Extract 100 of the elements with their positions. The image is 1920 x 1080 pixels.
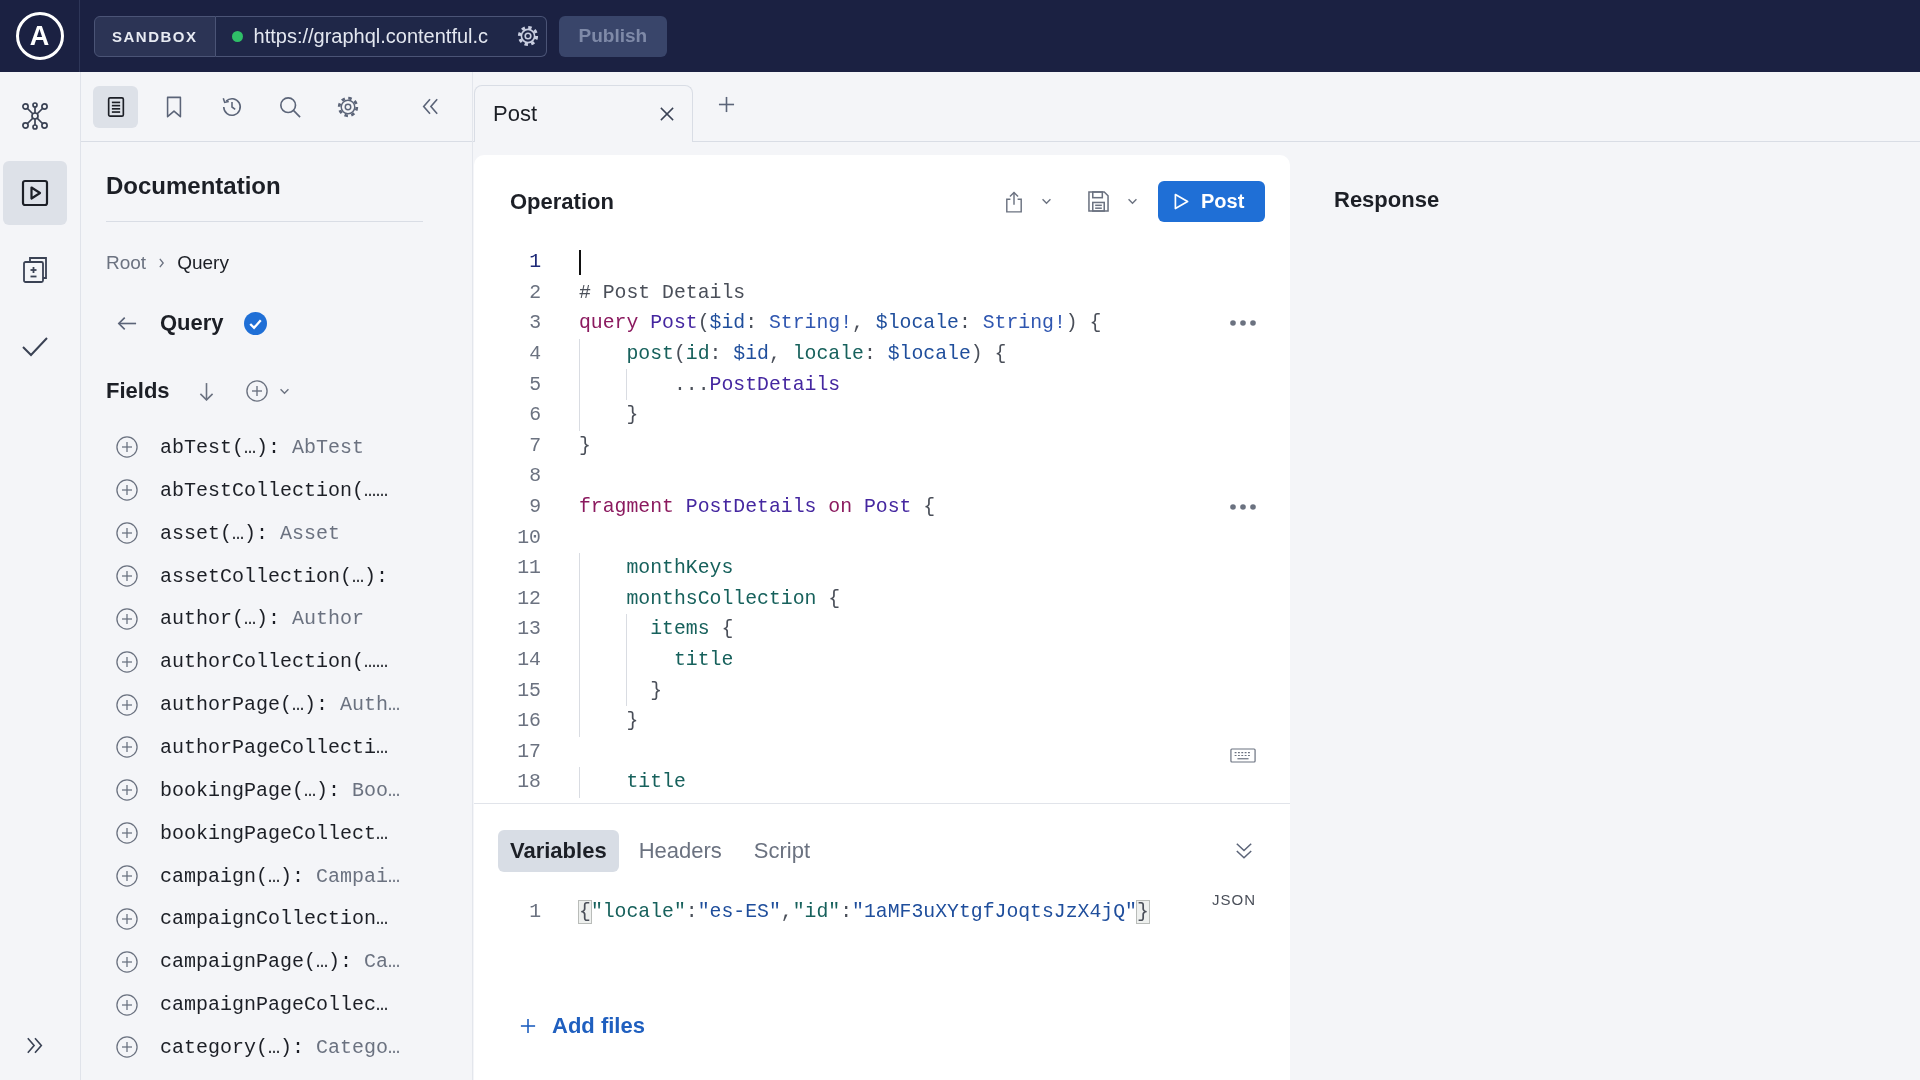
code-line: monthKeys [626, 557, 734, 580]
plus-circle-icon[interactable] [116, 693, 138, 716]
code-line: } [579, 434, 591, 457]
environment-badge: SANDBOX [94, 15, 216, 57]
line-number: 5 [528, 373, 541, 396]
more-icon[interactable] [1230, 504, 1256, 511]
code-line: } [626, 710, 639, 733]
plus-circle-icon[interactable] [116, 950, 138, 973]
code-line: post(id: $id, locale: $locale) { [626, 343, 1007, 366]
line-number: 4 [528, 343, 541, 366]
field-item[interactable]: bookingPageCollect… [106, 811, 423, 855]
code-line: {"locale":"es-ES","id":"1aMF3uXYtgfJoqtsJzX4jQ"} [579, 901, 1149, 923]
expand-icon[interactable] [26, 1037, 44, 1054]
plus-circle-icon[interactable] [116, 436, 138, 459]
line-number: 14 [516, 649, 541, 671]
line-number: 11 [516, 557, 541, 580]
settings-icon[interactable] [515, 24, 540, 48]
line-number: 1 [528, 901, 541, 923]
code-line: fragment PostDetails on Post { [579, 496, 936, 519]
panel-title: Response [1334, 187, 1440, 212]
code-line: title [626, 771, 686, 794]
plus-circle-icon[interactable] [116, 607, 138, 630]
field-item[interactable]: authorPage(…): Auth… [106, 683, 423, 726]
code-line: query Post($id: String!, $locale: String!) { [579, 312, 1102, 335]
play-icon [1174, 193, 1189, 210]
field-item[interactable]: author(…): Author [106, 597, 423, 641]
code-line: # Post Details [579, 281, 746, 304]
plus-circle-icon[interactable] [116, 907, 138, 930]
code-line: } [626, 404, 639, 427]
settings-icon [336, 95, 359, 118]
line-number: 12 [516, 587, 541, 610]
plus-circle-icon[interactable] [116, 993, 138, 1016]
code-line: monthsCollection { [626, 587, 841, 610]
section-label: Fields [106, 378, 170, 404]
field-item[interactable]: campaignCollection… [106, 897, 423, 941]
plus-circle-icon[interactable] [116, 865, 138, 887]
field-item[interactable]: bookingPage(…): Boo… [106, 768, 423, 812]
field-item[interactable]: campaignPage(…): Ca… [106, 940, 423, 984]
code-line: } [650, 679, 663, 702]
field-item[interactable]: assetCollection(…): [106, 554, 423, 598]
line-number: 15 [516, 679, 541, 702]
toolbar-button[interactable] [93, 85, 138, 128]
plus-circle-icon[interactable] [116, 1036, 138, 1059]
plus-circle-icon[interactable] [116, 565, 138, 587]
line-number: 6 [528, 404, 541, 427]
field-item[interactable]: abTest(…): AbTest [106, 426, 423, 469]
plus-circle-icon[interactable] [116, 822, 138, 845]
line-number: 13 [516, 618, 541, 641]
close-icon[interactable] [660, 107, 674, 121]
plus-circle-icon[interactable] [116, 650, 138, 673]
field-item[interactable]: campaign(…): Campai… [106, 854, 423, 898]
save-icon[interactable] [1088, 191, 1109, 212]
graph-icon [21, 102, 49, 130]
field-item[interactable]: authorCollection(…… [106, 640, 423, 684]
caret-icon[interactable] [1041, 198, 1052, 205]
plus-circle-icon[interactable] [116, 736, 138, 759]
code-line: title [673, 649, 734, 671]
breadcrumb-item[interactable]: Query [177, 251, 229, 275]
chevron-right-icon [158, 258, 166, 268]
back-arrow-icon[interactable] [117, 315, 137, 331]
tab[interactable]: Headers [626, 829, 734, 872]
double-chevron-down-icon[interactable] [1235, 841, 1253, 860]
panel-title: Operation [510, 188, 614, 215]
line-number: 16 [516, 710, 541, 733]
plus-circle-icon[interactable] [116, 779, 138, 802]
share-icon[interactable] [1005, 190, 1023, 213]
line-number: 17 [516, 740, 541, 763]
arrow-down-icon[interactable] [198, 381, 214, 401]
app-logo[interactable]: A [15, 12, 64, 60]
caret-icon[interactable] [1127, 198, 1138, 205]
plus-circle-icon[interactable] [116, 479, 138, 502]
plus-circle-icon[interactable] [116, 522, 138, 545]
line-number: 9 [528, 496, 541, 519]
play-icon [21, 179, 49, 207]
tab[interactable]: Script [741, 829, 823, 872]
tab[interactable]: Variables [498, 829, 619, 872]
search-icon [278, 95, 301, 118]
line-number: 3 [528, 312, 541, 335]
caret-icon[interactable] [278, 387, 290, 395]
field-item[interactable]: authorPageCollecti… [106, 726, 423, 769]
code-line: ...PostDetails [673, 373, 841, 396]
collapse-icon[interactable] [421, 98, 439, 115]
field-item[interactable]: category(…): Catego… [106, 1026, 423, 1069]
line-number: 10 [516, 526, 541, 549]
plus-icon[interactable] [718, 96, 735, 113]
plus-circle-icon[interactable] [245, 380, 268, 402]
line-number: 7 [528, 434, 541, 457]
field-item[interactable]: asset(…): Asset [106, 511, 423, 555]
field-item[interactable]: campaignPageCollec… [106, 983, 423, 1027]
breadcrumb-item[interactable]: Root [106, 251, 147, 275]
add-files-button[interactable]: Add files [520, 1013, 645, 1040]
line-number: 2 [528, 281, 541, 304]
more-icon[interactable] [1230, 320, 1256, 327]
run-button[interactable]: Post [1158, 181, 1265, 222]
field-item[interactable]: abTestCollection(…… [106, 468, 423, 512]
keyboard-icon[interactable] [1230, 747, 1256, 763]
endpoint-url-field[interactable]: https://graphql.contentful.c [215, 15, 547, 57]
tab[interactable]: Post [474, 85, 693, 142]
nav-button[interactable] [3, 161, 67, 225]
text-cursor [579, 249, 581, 275]
